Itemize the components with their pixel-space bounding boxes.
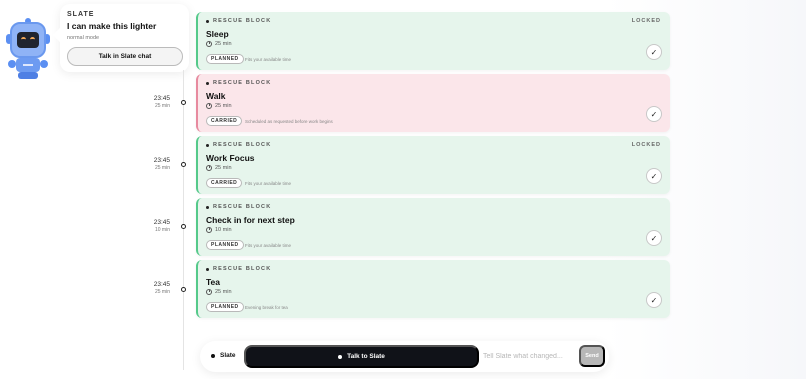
block-note: Evening break for tea [245,305,288,310]
clock-icon [206,165,212,171]
clock-icon [206,41,212,47]
block-duration: 10 min [206,227,232,233]
clock-icon [206,103,212,109]
block-note: Scheduled as requested before work begin… [245,119,333,124]
complete-checkmark-button[interactable]: ✓ [646,292,662,308]
block-kind: RESCUE BLOCK [206,142,271,148]
block-note: Fits your available time [245,57,292,62]
bottom-chat-bar: Slate Talk to Slate Send [200,341,609,372]
block-card-tea[interactable]: RESCUE BLOCK Tea 25 min PLANNED Evening … [196,260,670,318]
checkmark-icon: ✓ [650,171,658,181]
time-duration: 25 min [154,165,170,171]
time-clock: 23:45 [153,95,170,102]
checkmark-icon: ✓ [650,109,658,119]
talk-in-chat-button[interactable]: Talk in Slate chat [67,47,183,66]
block-title: Tea [206,277,221,287]
timeline-node [181,287,186,292]
status-badge: CARRIED [206,178,243,188]
clock-icon [206,289,212,295]
block-title: Walk [206,91,226,101]
slate-brand: Slate [211,352,236,359]
block-card-sleep[interactable]: RESCUE BLOCK LOCKED Sleep 25 min PLANNED… [196,12,670,70]
complete-checkmark-button[interactable]: ✓ [646,44,662,60]
time-label-tea: 23:45 25 min [140,281,170,295]
message-input[interactable] [483,349,575,364]
block-title: Sleep [206,29,229,39]
timeline-rail [183,70,184,370]
locked-label: LOCKED [631,142,661,148]
talk-to-slate-button[interactable]: Talk to Slate [244,345,479,368]
time-clock: 23:45 [153,157,170,164]
time-label-check-in: 23:45 10 min [140,219,170,233]
assistant-mode: normal mode [67,35,100,41]
assistant-bubble: SLATE I can make this lighter normal mod… [60,4,189,72]
block-note: Fits your available time [245,181,292,186]
status-badge: PLANNED [206,302,244,312]
status-dot-icon [211,353,215,358]
time-label-work-focus: 23:45 25 min [140,157,170,171]
clock-icon [206,227,212,233]
block-duration: 25 min [206,103,232,109]
checkmark-icon: ✓ [650,233,658,243]
time-label-walk: 23:45 25 min [140,95,170,109]
time-duration: 25 min [154,103,170,109]
time-duration: 25 min [154,289,170,295]
send-button[interactable]: Send [579,345,605,367]
block-note: Fits your available time [245,243,292,248]
checkmark-icon: ✓ [650,295,658,305]
complete-checkmark-button[interactable]: ✓ [646,106,662,122]
checkmark-icon: ✓ [650,47,658,57]
robot-mascot-icon[interactable] [6,18,50,80]
block-duration: 25 min [206,289,232,295]
block-title: Check in for next step [206,215,295,225]
timeline-node [181,224,186,229]
block-kind: RESCUE BLOCK [206,266,271,272]
timeline-node [181,100,186,105]
status-badge: PLANNED [206,240,244,250]
status-badge: CARRIED [206,116,243,126]
mic-dot-icon [338,354,343,359]
block-card-work-focus[interactable]: RESCUE BLOCK LOCKED Work Focus 25 min CA… [196,136,670,194]
locked-label: LOCKED [631,18,661,24]
assistant-name: SLATE [67,11,95,18]
complete-checkmark-button[interactable]: ✓ [646,168,662,184]
assistant-message: I can make this lighter [67,21,157,31]
block-title: Work Focus [206,153,255,163]
time-duration: 10 min [154,227,170,233]
block-card-check-in[interactable]: RESCUE BLOCK Check in for next step 10 m… [196,198,670,256]
status-badge: PLANNED [206,54,244,64]
block-duration: 25 min [206,165,232,171]
block-card-walk[interactable]: RESCUE BLOCK Walk 25 min CARRIED Schedul… [196,74,670,132]
time-clock: 23:45 [153,281,170,288]
block-duration: 25 min [206,41,232,47]
block-kind: RESCUE BLOCK [206,18,271,24]
complete-checkmark-button[interactable]: ✓ [646,230,662,246]
timeline-node [181,162,186,167]
time-clock: 23:45 [153,219,170,226]
block-kind: RESCUE BLOCK [206,80,271,86]
block-kind: RESCUE BLOCK [206,204,271,210]
